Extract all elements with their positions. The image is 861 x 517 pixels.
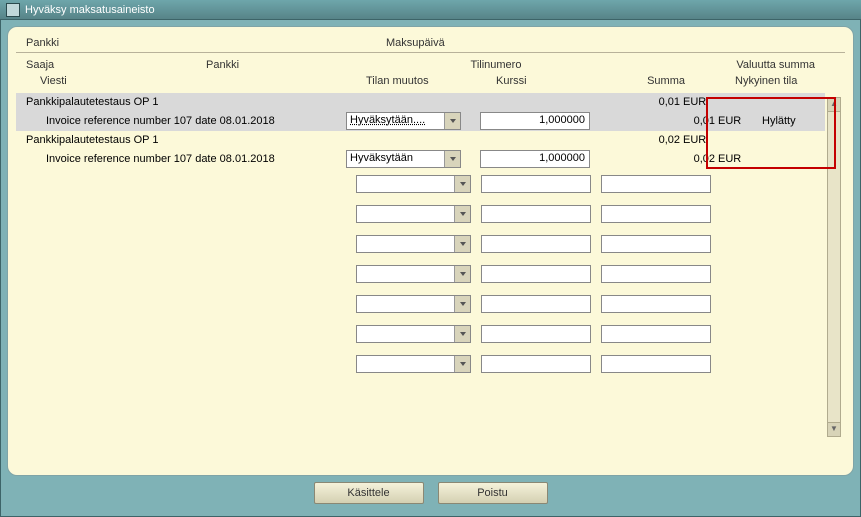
kurssi-input[interactable] (481, 265, 591, 283)
payee-amount: 0,01 (600, 96, 680, 108)
header-tilan-muutos: Tilan muutos (366, 75, 496, 87)
kurssi-input[interactable] (481, 235, 591, 253)
kurssi-input[interactable] (481, 295, 591, 313)
poistu-button[interactable]: Poistu (438, 482, 548, 504)
empty-row (16, 319, 825, 349)
tilan-muutos-dropdown[interactable] (356, 295, 471, 313)
row-summa: 0,01 (600, 115, 715, 127)
header-saaja: Saaja (26, 59, 206, 73)
payee-title: Pankkipalautetestaus OP 1 (26, 134, 600, 146)
scroll-down-icon[interactable]: ▼ (828, 422, 840, 436)
chevron-down-icon[interactable] (454, 176, 470, 192)
kurssi-input[interactable]: 1,000000 (480, 112, 590, 130)
summa-input[interactable] (601, 355, 711, 373)
header-tilinumero: Tilinumero (386, 59, 606, 73)
system-icon (6, 3, 20, 17)
summa-input[interactable] (601, 235, 711, 253)
data-area: Pankkipalautetestaus OP 1 0,01 EUR Invoi… (16, 93, 845, 443)
kurssi-input[interactable]: 1,000000 (480, 150, 590, 168)
empty-row (16, 199, 825, 229)
summa-input[interactable] (601, 175, 711, 193)
main-panel: Pankki Maksupäivä Saaja Pankki Tilinumer… (7, 26, 854, 476)
chevron-down-icon[interactable] (454, 326, 470, 342)
window-title: Hyväksy maksatusaineisto (25, 4, 155, 16)
chevron-down-icon[interactable] (454, 356, 470, 372)
tilan-muutos-dropdown[interactable] (356, 355, 471, 373)
scroll-up-icon[interactable]: ▲ (828, 98, 840, 112)
tilan-muutos-dropdown[interactable] (356, 265, 471, 283)
tilan-muutos-dropdown[interactable] (356, 175, 471, 193)
dropdown-value: Hyväksytään (347, 151, 444, 167)
payee-amount: 0,02 (600, 134, 680, 146)
tilan-muutos-dropdown[interactable] (356, 235, 471, 253)
header-summa: Summa (616, 75, 725, 87)
chevron-down-icon[interactable] (454, 206, 470, 222)
label-maksupaiva: Maksupäivä (386, 37, 606, 46)
payment-row[interactable]: Invoice reference number 107 date 08.01.… (16, 149, 825, 169)
payee-currency: EUR (680, 96, 715, 108)
summa-input[interactable] (601, 325, 711, 343)
vertical-scrollbar[interactable]: ▲ ▼ (827, 97, 841, 437)
dropdown-value: Hyväksytään.... (347, 113, 444, 129)
payee-group-header[interactable]: Pankkipalautetestaus OP 1 0,02 EUR (16, 131, 825, 149)
empty-row (16, 229, 825, 259)
tilan-muutos-dropdown[interactable] (356, 325, 471, 343)
chevron-down-icon[interactable] (454, 266, 470, 282)
row-currency: EUR (715, 115, 750, 127)
empty-row (16, 349, 825, 379)
payee-title: Pankkipalautetestaus OP 1 (26, 96, 600, 108)
empty-row (16, 259, 825, 289)
kurssi-input[interactable] (481, 205, 591, 223)
label-pankki: Pankki (26, 37, 206, 46)
invoice-message: Invoice reference number 107 date 08.01.… (26, 153, 346, 165)
empty-row (16, 169, 825, 199)
invoice-message: Invoice reference number 107 date 08.01.… (26, 115, 346, 127)
kurssi-input[interactable] (481, 175, 591, 193)
column-headers-2: Viesti Tilan muutos Kurssi Summa Nykyine… (16, 73, 845, 93)
chevron-down-icon[interactable] (454, 236, 470, 252)
header-kurssi: Kurssi (496, 75, 616, 87)
row-summa: 0,02 (600, 153, 715, 165)
outer-frame: Pankki Maksupäivä Saaja Pankki Tilinumer… (0, 20, 861, 517)
header-nykyinen-tila: Nykyinen tila (725, 75, 835, 87)
summa-input[interactable] (601, 295, 711, 313)
button-bar: Käsittele Poistu (7, 476, 854, 504)
payment-row[interactable]: Invoice reference number 107 date 08.01.… (16, 111, 825, 131)
chevron-down-icon[interactable] (444, 113, 460, 129)
spacer (606, 37, 835, 46)
row-currency: EUR (715, 153, 750, 165)
kasittele-button[interactable]: Käsittele (314, 482, 424, 504)
summa-input[interactable] (601, 265, 711, 283)
header-viesti: Viesti (26, 75, 336, 87)
chevron-down-icon[interactable] (454, 296, 470, 312)
tilan-muutos-dropdown[interactable]: Hyväksytään.... (346, 112, 461, 130)
summa-input[interactable] (601, 205, 711, 223)
header-pankki: Pankki (206, 59, 386, 73)
tilan-muutos-dropdown[interactable] (356, 205, 471, 223)
payee-currency: EUR (680, 134, 715, 146)
tilan-muutos-dropdown[interactable]: Hyväksytään (346, 150, 461, 168)
column-headers-1: Saaja Pankki Tilinumero Valuutta summa (16, 53, 845, 73)
chevron-down-icon[interactable] (444, 151, 460, 167)
kurssi-input[interactable] (481, 355, 591, 373)
empty-row (16, 289, 825, 319)
spacer (206, 37, 386, 46)
kurssi-input[interactable] (481, 325, 591, 343)
nykyinen-tila-value: Hylätty (750, 115, 815, 127)
top-filter-row: Pankki Maksupäivä (16, 37, 845, 53)
payee-group-header[interactable]: Pankkipalautetestaus OP 1 0,01 EUR (16, 93, 825, 111)
header-valuutta-summa: Valuutta summa (606, 59, 835, 73)
title-bar: Hyväksy maksatusaineisto (0, 0, 861, 20)
